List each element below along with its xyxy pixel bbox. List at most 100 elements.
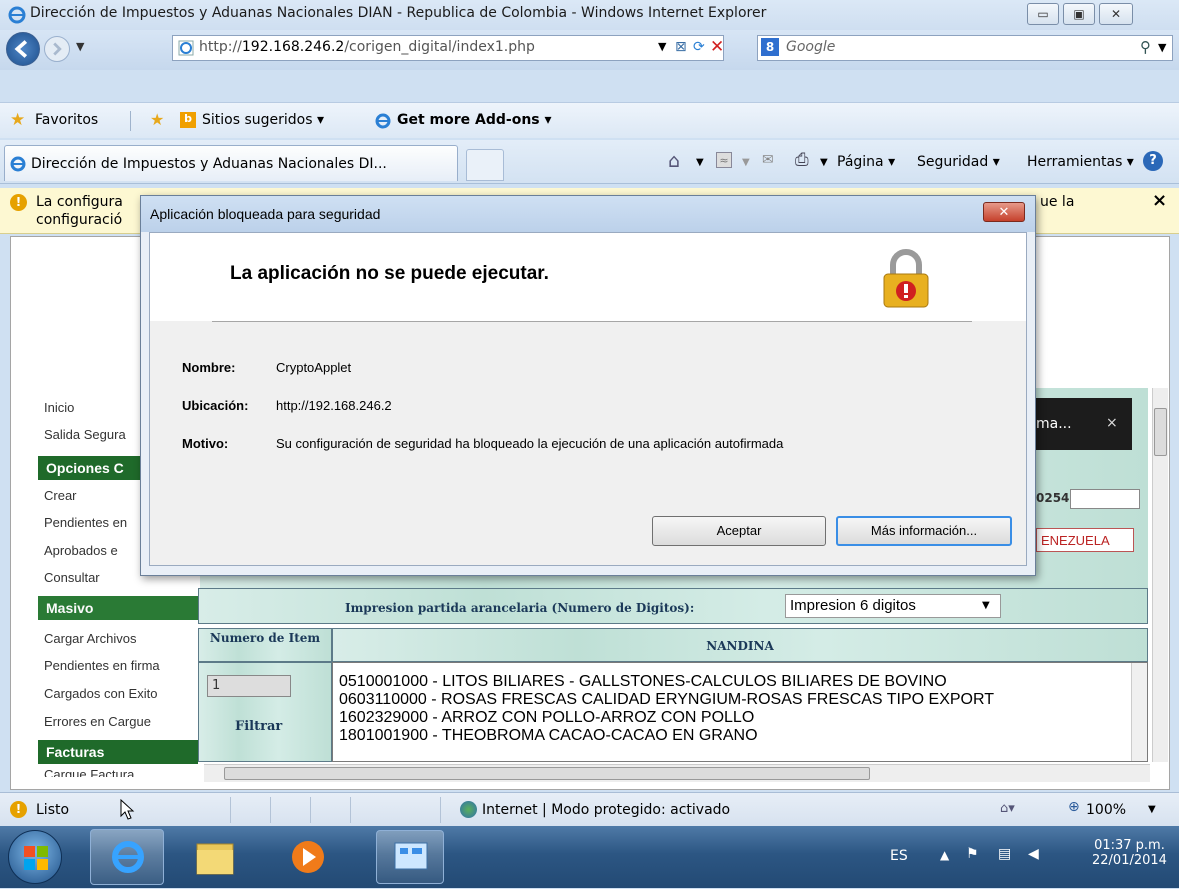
volume-icon[interactable]: ◀ bbox=[1028, 846, 1039, 862]
divider bbox=[270, 797, 271, 823]
sidebar-item-aprobados[interactable]: Aprobados e bbox=[44, 543, 118, 558]
code-input[interactable] bbox=[1070, 489, 1140, 509]
home-dropdown-icon[interactable]: ▼ bbox=[696, 157, 704, 168]
filter-button[interactable]: Filtrar bbox=[235, 719, 282, 734]
status-warning-icon: ! bbox=[10, 801, 27, 818]
address-bar[interactable]: http://192.168.246.2/corigen_digital/ind… bbox=[172, 35, 724, 61]
nandina-option[interactable]: 0510001000 - LITOS BILIARES - GALLSTONES… bbox=[339, 673, 994, 691]
taskbar-media-player[interactable] bbox=[278, 834, 338, 880]
address-dropdown-icon[interactable]: ▼ bbox=[658, 40, 666, 53]
dialog-close-button[interactable]: ✕ bbox=[983, 202, 1025, 222]
home-icon[interactable]: ⌂ bbox=[668, 150, 680, 172]
help-icon[interactable]: ? bbox=[1143, 151, 1163, 171]
recent-pages-dropdown-icon[interactable]: ▼ bbox=[76, 40, 84, 53]
internet-globe-icon bbox=[460, 801, 477, 818]
new-tab-button[interactable] bbox=[466, 149, 504, 181]
folder-icon bbox=[196, 843, 234, 875]
dialog-header: La aplicación no se puede ejecutar. bbox=[150, 233, 1026, 321]
country-field[interactable]: ENEZUELA bbox=[1036, 528, 1134, 552]
taskbar: ES ▲ ⚑ ▤ ◀ 01:37 p.m. 22/01/2014 bbox=[0, 826, 1179, 888]
notification-close-icon[interactable]: × bbox=[1106, 415, 1118, 431]
sidebar-item-cargue-factura[interactable]: Cargue Factura bbox=[44, 767, 134, 777]
minimize-button[interactable]: ▭ bbox=[1027, 3, 1059, 25]
horizontal-scroll-thumb[interactable] bbox=[224, 767, 870, 780]
zoom-icon: ⊕ bbox=[1068, 799, 1080, 815]
impresion-select[interactable]: Impresion 6 digitos ▼ bbox=[785, 594, 1001, 618]
mail-icon[interactable]: ✉ bbox=[762, 152, 774, 168]
listbox-scrollbar[interactable] bbox=[1131, 663, 1147, 761]
sidebar-item-pendientes-firma[interactable]: Pendientes en firma bbox=[44, 658, 160, 673]
nandina-listbox[interactable]: 0510001000 - LITOS BILIARES - GALLSTONES… bbox=[332, 662, 1148, 762]
sidebar-item-cargar-archivos[interactable]: Cargar Archivos bbox=[44, 631, 136, 646]
taskbar-control-panel[interactable] bbox=[376, 830, 444, 884]
infobar-close-icon[interactable]: × bbox=[1152, 190, 1167, 211]
sidebar-item-cargados-exito[interactable]: Cargados con Exito bbox=[44, 686, 157, 701]
sidebar-heading-masivo: Masivo bbox=[38, 596, 198, 620]
shield-warning-icon: ! bbox=[10, 194, 27, 211]
search-options-dropdown-icon[interactable]: ▼ bbox=[1158, 41, 1166, 54]
forward-button[interactable] bbox=[44, 36, 70, 62]
nandina-option[interactable]: 1602329000 - ARROZ CON POLLO-ARROZ CON P… bbox=[339, 709, 994, 727]
page-horizontal-scrollbar[interactable] bbox=[204, 764, 1150, 782]
sidebar-item-errores-cargue[interactable]: Errores en Cargue bbox=[44, 714, 151, 729]
search-provider-icon: 8 bbox=[761, 38, 779, 56]
feeds-icon[interactable]: ≈ bbox=[716, 152, 732, 168]
sidebar-item-pendientes[interactable]: Pendientes en bbox=[44, 515, 127, 530]
sidebar-item-consultar[interactable]: Consultar bbox=[44, 570, 100, 585]
window-title: Dirección de Impuestos y Aduanas Naciona… bbox=[30, 5, 767, 21]
clock[interactable]: 01:37 p.m. 22/01/2014 bbox=[1092, 838, 1167, 868]
print-icon[interactable]: ⎙ bbox=[795, 150, 809, 170]
security-zone-text[interactable]: Internet | Modo protegido: activado bbox=[482, 802, 730, 818]
print-dropdown-icon[interactable]: ▼ bbox=[820, 157, 828, 168]
nandina-option[interactable]: 1801001900 - THEOBROMA CACAO-CACAO EN GR… bbox=[339, 727, 994, 745]
favorites-button[interactable]: Favoritos bbox=[35, 112, 98, 128]
action-center-icon[interactable]: ⚑ bbox=[966, 846, 979, 862]
url-path: /corigen_digital/index1.php bbox=[344, 39, 535, 55]
ie-addons-icon bbox=[375, 113, 391, 129]
feeds-dropdown-icon[interactable]: ▼ bbox=[742, 157, 750, 168]
tab-dian[interactable]: Dirección de Impuestos y Aduanas Naciona… bbox=[4, 145, 458, 181]
tab-label: Dirección de Impuestos y Aduanas Naciona… bbox=[31, 156, 387, 172]
code-fragment: 0254 bbox=[1036, 491, 1070, 505]
taskbar-internet-explorer[interactable] bbox=[90, 829, 164, 885]
infobar-text-right: ue la bbox=[1040, 194, 1075, 210]
maximize-button[interactable]: ▣ bbox=[1063, 3, 1095, 25]
clock-time: 01:37 p.m. bbox=[1094, 838, 1165, 853]
sidebar-item-inicio[interactable]: Inicio bbox=[44, 400, 74, 415]
taskbar-file-explorer[interactable] bbox=[185, 834, 245, 880]
divider bbox=[310, 797, 311, 823]
suggested-sites-button[interactable]: Sitios sugeridos ▾ bbox=[202, 112, 324, 128]
search-icon[interactable]: ⚲ bbox=[1140, 38, 1151, 56]
get-addons-button[interactable]: Get more Add-ons ▾ bbox=[397, 112, 552, 128]
security-menu[interactable]: Seguridad ▾ bbox=[917, 154, 1000, 170]
stop-icon[interactable]: ✕ bbox=[710, 37, 724, 57]
close-window-button[interactable]: ✕ bbox=[1099, 3, 1133, 25]
language-indicator[interactable]: ES bbox=[890, 848, 908, 864]
more-info-button[interactable]: Más información... bbox=[836, 516, 1012, 546]
start-button[interactable] bbox=[8, 830, 62, 884]
item-input[interactable]: 1 bbox=[207, 675, 291, 697]
page-menu[interactable]: Página ▾ bbox=[837, 154, 895, 170]
lock-warning-icon bbox=[883, 249, 929, 308]
zoom-level[interactable]: 100% bbox=[1086, 802, 1126, 818]
accept-button[interactable]: Aceptar bbox=[652, 516, 826, 546]
protected-mode-icon[interactable]: ⌂▾ bbox=[1000, 801, 1015, 816]
back-button[interactable] bbox=[6, 32, 40, 66]
search-box[interactable]: 8 Google ⚲ ▼ bbox=[757, 35, 1173, 61]
page-vertical-scrollbar[interactable] bbox=[1152, 388, 1168, 762]
location-label: Ubicación: bbox=[182, 398, 249, 413]
sidebar-item-salida-segura[interactable]: Salida Segura bbox=[44, 427, 126, 442]
zoom-dropdown-icon[interactable]: ▼ bbox=[1148, 804, 1156, 815]
compatibility-view-icon[interactable]: ⊠ bbox=[675, 39, 687, 55]
add-favorite-icon[interactable]: ★ bbox=[150, 110, 164, 129]
show-hidden-icons[interactable]: ▲ bbox=[940, 848, 949, 862]
refresh-icon[interactable]: ⟳ bbox=[693, 39, 705, 55]
tools-menu[interactable]: Herramientas ▾ bbox=[1027, 154, 1134, 170]
network-icon[interactable]: ▤ bbox=[998, 846, 1011, 862]
impresion-label: Impresion partida arancelaria (Numero de… bbox=[345, 601, 695, 615]
sidebar-item-crear[interactable]: Crear bbox=[44, 488, 77, 503]
vertical-scroll-thumb[interactable] bbox=[1154, 408, 1167, 456]
infobar-text-line2: configuració bbox=[36, 212, 123, 228]
nandina-option[interactable]: 0603110000 - ROSAS FRESCAS CALIDAD ERYNG… bbox=[339, 691, 994, 709]
security-dialog: Aplicación bloqueada para seguridad ✕ La… bbox=[140, 195, 1036, 576]
